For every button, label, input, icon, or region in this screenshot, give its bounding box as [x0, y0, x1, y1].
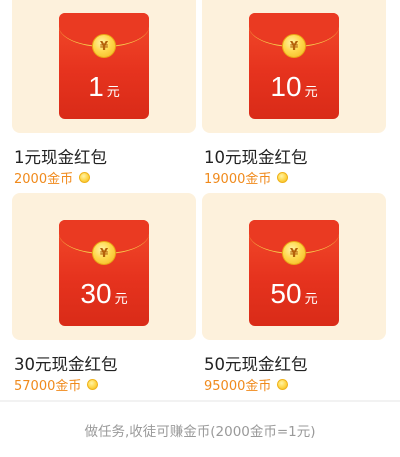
red-packet-card-30[interactable]: ¥ 30 元 30元现金红包 57000金币	[12, 193, 200, 394]
envelope-amount: 1元	[59, 71, 149, 103]
amount-unit: 元	[114, 291, 128, 306]
red-packet-tile[interactable]: ¥ 30 元	[12, 193, 196, 340]
card-title: 50元现金红包	[204, 355, 308, 374]
price-text: 57000金币	[14, 379, 82, 394]
amount-number: 50	[270, 278, 302, 309]
red-packet-card-10[interactable]: ¥ 10 元 10元现金红包 19000金币	[202, 0, 390, 187]
envelope-amount: 50 元	[249, 278, 339, 310]
card-title: 10元现金红包	[204, 148, 308, 167]
yuan-coin-icon: ¥	[282, 34, 306, 58]
amount-unit: 元	[304, 84, 318, 99]
price-text: 2000金币	[14, 172, 74, 187]
amount-number: 1	[88, 71, 104, 102]
amount-unit: 元	[304, 291, 318, 306]
envelope-amount: 30 元	[59, 278, 149, 310]
red-packet-tile[interactable]: ¥ 10 元	[202, 0, 386, 133]
coin-icon	[87, 379, 99, 390]
coin-icon	[79, 172, 91, 183]
amount-number: 30	[80, 278, 112, 309]
footer-divider	[0, 400, 400, 402]
red-packet-card-1[interactable]: ¥ 1元 1元现金红包 2000金币	[12, 0, 200, 187]
price-text: 95000金币	[204, 379, 272, 394]
footer-hint: 做任务,收徒可赚金币(2000金币=1元)	[84, 424, 316, 440]
coin-icon	[277, 172, 289, 183]
red-packet-tile[interactable]: ¥ 1元	[12, 0, 196, 133]
price-text: 19000金币	[204, 172, 272, 187]
card-title: 30元现金红包	[14, 355, 118, 374]
amount-unit: 元	[106, 84, 120, 99]
card-price: 19000金币	[204, 168, 289, 187]
red-packet-tile[interactable]: ¥ 50 元	[202, 193, 386, 340]
red-envelope-icon: ¥ 10 元	[249, 13, 339, 119]
card-title: 1元现金红包	[14, 148, 107, 167]
red-packet-grid: ¥ 1元 1元现金红包 2000金币 ¥ 10 元 10元现金红包 19000金币	[0, 0, 400, 400]
red-envelope-icon: ¥ 1元	[59, 13, 149, 119]
yuan-coin-icon: ¥	[92, 34, 116, 58]
red-packet-card-50[interactable]: ¥ 50 元 50元现金红包 95000金币	[202, 193, 390, 394]
red-envelope-icon: ¥ 50 元	[249, 220, 339, 326]
amount-number: 10	[270, 71, 302, 102]
card-price: 57000金币	[14, 375, 99, 394]
yuan-coin-icon: ¥	[92, 241, 116, 265]
red-envelope-icon: ¥ 30 元	[59, 220, 149, 326]
envelope-amount: 10 元	[249, 71, 339, 103]
card-price: 2000金币	[14, 168, 91, 187]
coin-icon	[277, 379, 289, 390]
yuan-coin-icon: ¥	[282, 241, 306, 265]
card-price: 95000金币	[204, 375, 289, 394]
